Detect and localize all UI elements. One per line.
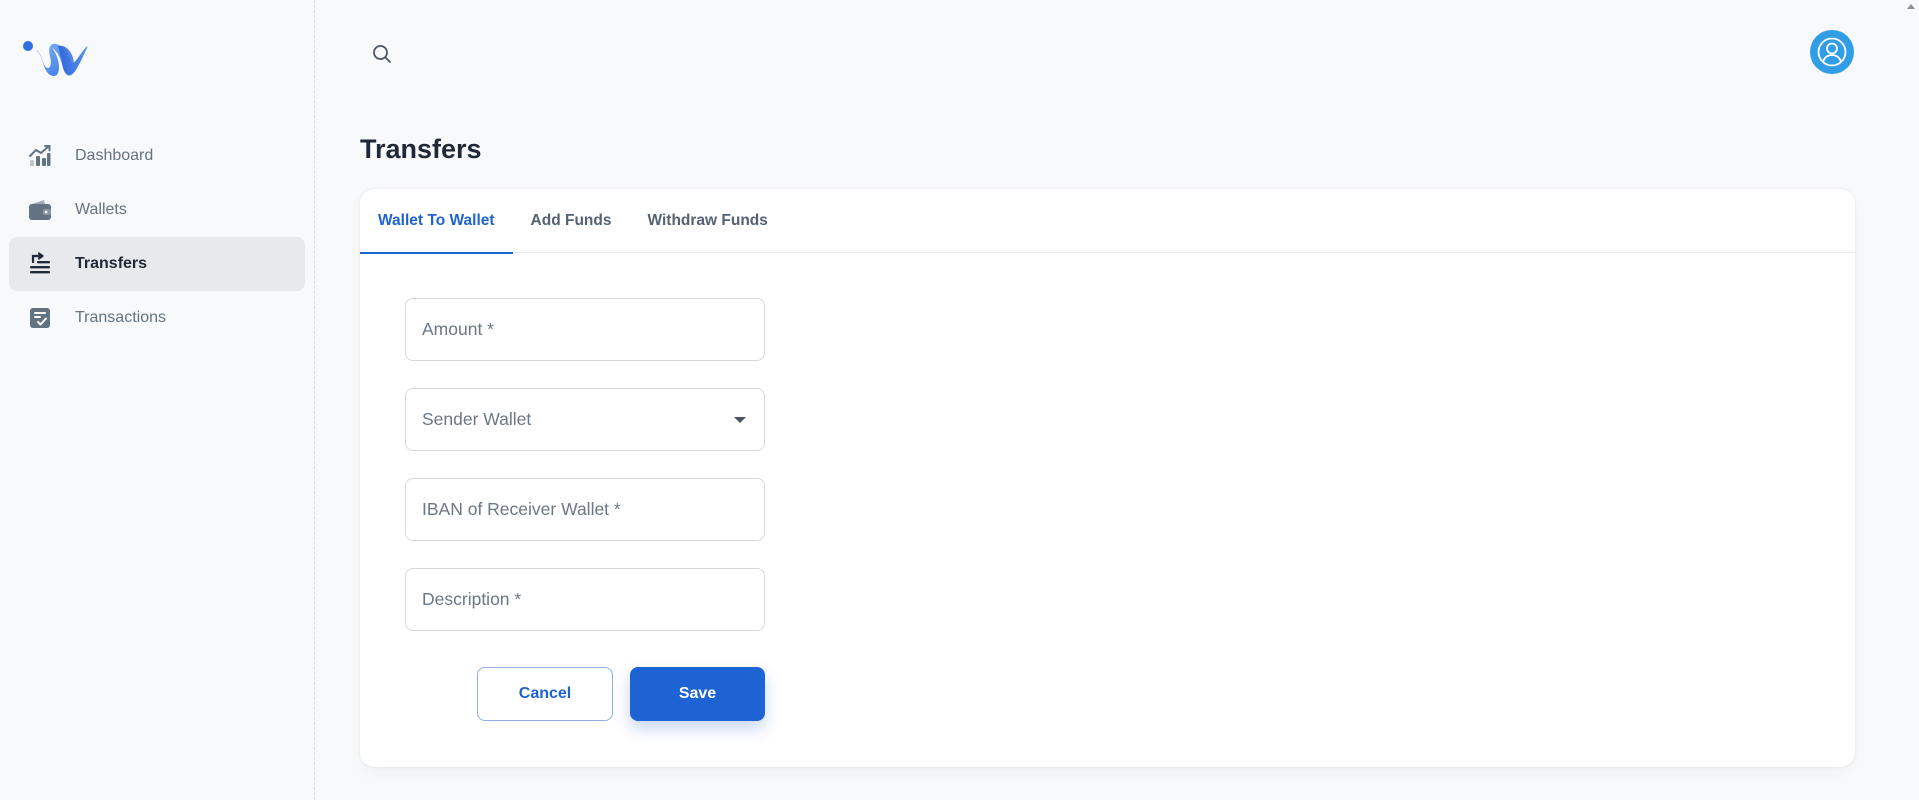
- amount-placeholder: Amount *: [422, 319, 494, 339]
- sidebar-item-wallets[interactable]: Wallets: [9, 183, 305, 237]
- amount-input[interactable]: Amount *: [405, 298, 765, 361]
- tab-withdraw-funds[interactable]: Withdraw Funds: [629, 189, 785, 253]
- sidebar-item-label: Dashboard: [75, 147, 154, 164]
- description-placeholder: Description *: [422, 589, 522, 609]
- sender-wallet-select[interactable]: Sender Wallet: [405, 388, 765, 451]
- transfer-card: Wallet To Wallet Add Funds Withdraw Fund…: [360, 189, 1855, 767]
- cancel-button[interactable]: Cancel: [477, 667, 613, 721]
- tab-add-funds[interactable]: Add Funds: [513, 189, 630, 253]
- iban-input[interactable]: IBAN of Receiver Wallet *: [405, 478, 765, 541]
- search-icon[interactable]: [368, 40, 396, 68]
- user-icon: [1817, 37, 1847, 67]
- transfer-icon: [27, 251, 53, 277]
- sidebar-item-dashboard[interactable]: Dashboard: [9, 129, 305, 183]
- chart-up-icon: [27, 143, 53, 169]
- tab-bar: Wallet To Wallet Add Funds Withdraw Fund…: [360, 189, 1855, 254]
- sidebar-item-transactions[interactable]: Transactions: [9, 291, 305, 345]
- sidebar-item-transfers[interactable]: Transfers: [9, 237, 305, 291]
- sidebar-item-label: Wallets: [75, 201, 127, 218]
- scroll-up-arrow-icon[interactable]: [1907, 4, 1915, 9]
- tab-wallet-to-wallet[interactable]: Wallet To Wallet: [360, 189, 513, 254]
- sidebar-item-label: Transactions: [75, 309, 166, 326]
- sidebar-item-label: Transfers: [75, 255, 148, 272]
- sender-wallet-placeholder: Sender Wallet: [422, 409, 532, 429]
- iban-placeholder: IBAN of Receiver Wallet *: [422, 499, 621, 519]
- brand-logo-icon[interactable]: [22, 38, 90, 82]
- avatar[interactable]: [1810, 30, 1854, 74]
- receipt-check-icon: [27, 305, 53, 331]
- sidebar: Dashboard Wallets Transfers Transactions: [0, 0, 315, 800]
- description-input[interactable]: Description *: [405, 568, 765, 631]
- wallet-icon: [27, 197, 53, 223]
- save-button[interactable]: Save: [630, 667, 765, 721]
- page-title: Transfers: [360, 134, 482, 164]
- sidebar-nav: Dashboard Wallets Transfers Transactions: [9, 129, 305, 345]
- chevron-down-icon: [734, 417, 746, 423]
